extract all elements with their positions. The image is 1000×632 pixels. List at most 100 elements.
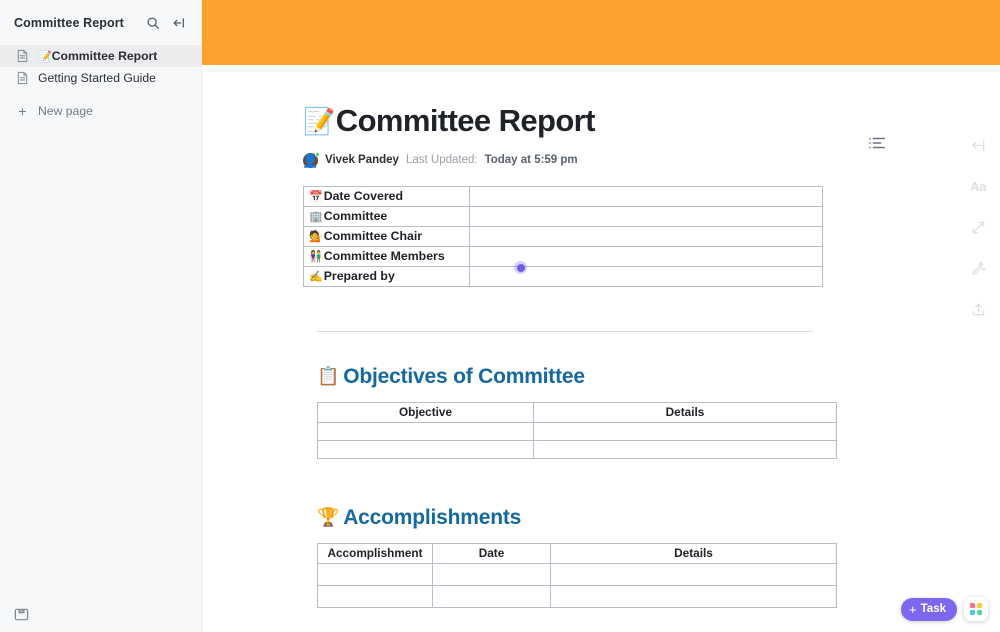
section-heading-objectives[interactable]: 📋 Objectives of Committee [317, 365, 823, 389]
column-header[interactable]: Date [432, 542, 551, 564]
meta-key-text: Prepared by [323, 269, 395, 284]
meta-value-cell[interactable] [469, 225, 823, 247]
table-row[interactable]: 📅Date Covered [303, 185, 823, 207]
table-header-row: Accomplishment Date Details [317, 542, 837, 564]
byline: 👤 Vivek Pandey Last Updated: Today at 5:… [302, 151, 823, 168]
ai-sparkle-icon[interactable] [966, 256, 990, 280]
plus-icon: + [18, 103, 27, 119]
last-updated-value: Today at 5:59 pm [484, 154, 578, 167]
column-header[interactable]: Objective [317, 401, 534, 423]
app-grid-dots [970, 603, 982, 615]
add-task-label: Task [920, 603, 946, 615]
column-header[interactable]: Details [533, 401, 837, 423]
section-heading-text: Accomplishments [343, 505, 522, 529]
clipboard-icon: 📋 [317, 366, 340, 387]
table-cell[interactable] [432, 584, 551, 608]
table-row[interactable]: ✍️Prepared by [303, 265, 823, 287]
new-page-label: New page [38, 104, 93, 118]
page-title-emoji: 📝 [303, 105, 335, 136]
sidebar-item-committee-report[interactable]: 📝Committee Report [0, 45, 201, 67]
last-updated-label: Last Updated: [405, 154, 478, 167]
table-row[interactable] [317, 562, 837, 586]
table-row[interactable] [317, 439, 837, 459]
sidebar-page-list: 📝Committee Report Getting Started Guide … [0, 45, 201, 122]
table-cell[interactable] [317, 439, 534, 459]
meta-table[interactable]: 📅Date Covered 🏢Committee 💁Committee Chai… [303, 185, 823, 287]
table-row[interactable] [317, 584, 837, 608]
font-aa-icon[interactable]: Aa [966, 174, 990, 198]
office-building-icon: 🏢 [309, 211, 323, 224]
page-title[interactable]: 📝 Committee Report [303, 103, 595, 139]
plus-icon: + [909, 601, 917, 617]
avatar[interactable]: 👤 [302, 151, 320, 168]
collaborator-cursor [514, 261, 527, 274]
meta-key-cell[interactable]: 👫Committee Members [303, 245, 470, 267]
table-cell[interactable] [432, 562, 551, 586]
sidebar-item-getting-started-guide[interactable]: Getting Started Guide [0, 67, 201, 89]
left-sidebar: Committee Report 📝Committee Report Getti… [0, 0, 202, 632]
app-root: Committee Report 📝Committee Report Getti… [0, 0, 1000, 632]
person-tipping-hand-icon: 💁 [309, 231, 323, 244]
table-row[interactable]: 💁Committee Chair [303, 225, 823, 247]
sidebar-item-label: 📝Committee Report [38, 49, 157, 63]
document-body: 📝 Committee Report 👤 Vivek Pandey Last U… [202, 65, 1000, 608]
sidebar-item-label: Getting Started Guide [38, 71, 156, 85]
online-status-dot [315, 151, 320, 157]
title-row: 📝 Committee Report [303, 103, 823, 139]
page-doc-icon [16, 49, 29, 63]
main-content: 📝 Committee Report 👤 Vivek Pandey Last U… [202, 0, 1000, 632]
page-title-text: Committee Report [335, 103, 596, 138]
page-doc-icon [16, 71, 29, 85]
search-icon[interactable] [143, 13, 163, 33]
people-icon: 👫 [309, 251, 323, 264]
section-heading-text: Objectives of Committee [343, 364, 585, 388]
table-row[interactable]: 👫Committee Members [303, 245, 823, 267]
sidebar-footer [0, 598, 201, 632]
writing-hand-icon: ✍️ [309, 271, 323, 284]
column-header[interactable]: Accomplishment [317, 542, 433, 564]
table-row[interactable] [317, 421, 837, 441]
meta-value-cell[interactable] [469, 185, 823, 207]
table-header-row: Objective Details [317, 401, 837, 423]
calendar-icon: 📅 [309, 191, 323, 204]
right-toolbar: Aa [956, 65, 1000, 632]
accomplishments-table[interactable]: Accomplishment Date Details [317, 542, 837, 608]
meta-key-text: Committee [323, 209, 388, 224]
app-grid-icon[interactable] [964, 597, 988, 621]
add-task-button[interactable]: + Task [901, 597, 957, 621]
share-upload-icon[interactable] [966, 297, 990, 321]
meta-key-cell[interactable]: ✍️Prepared by [303, 265, 470, 287]
floating-action-bar: + Task [901, 597, 988, 621]
sidebar-header: Committee Report [0, 0, 201, 45]
section-heading-accomplishments[interactable]: 🏆 Accomplishments [317, 506, 823, 530]
meta-key-cell[interactable]: 📅Date Covered [303, 185, 470, 207]
table-cell[interactable] [550, 584, 837, 608]
objectives-table[interactable]: Objective Details [317, 401, 837, 459]
meta-key-cell[interactable]: 💁Committee Chair [303, 225, 470, 247]
section-divider [317, 330, 813, 332]
table-cell[interactable] [533, 439, 837, 459]
table-cell[interactable] [550, 562, 837, 586]
sidebar-item-text: Committee Report [51, 49, 158, 63]
table-cell[interactable] [317, 562, 433, 586]
collapse-sidebar-icon[interactable] [169, 13, 189, 33]
meta-key-text: Committee Members [323, 249, 445, 264]
trophy-icon: 🏆 [317, 507, 340, 528]
page-emoji: 📝 [38, 51, 52, 63]
font-aa-label: Aa [969, 178, 987, 194]
collapse-right-icon[interactable] [966, 133, 990, 157]
table-cell[interactable] [317, 421, 534, 441]
author-name: Vivek Pandey [325, 154, 399, 167]
meta-key-text: Committee Chair [323, 229, 423, 244]
expand-icon[interactable] [966, 215, 990, 239]
meta-key-cell[interactable]: 🏢Committee [303, 205, 470, 227]
meta-value-cell[interactable] [469, 205, 823, 227]
document-cover-banner[interactable] [202, 0, 1000, 65]
column-header[interactable]: Details [550, 542, 837, 564]
archive-icon[interactable] [13, 606, 31, 624]
table-cell[interactable] [317, 584, 433, 608]
table-row[interactable]: 🏢Committee [303, 205, 823, 227]
sidebar-title: Committee Report [14, 15, 124, 30]
new-page-button[interactable]: + New page [0, 100, 201, 122]
table-cell[interactable] [533, 421, 837, 441]
